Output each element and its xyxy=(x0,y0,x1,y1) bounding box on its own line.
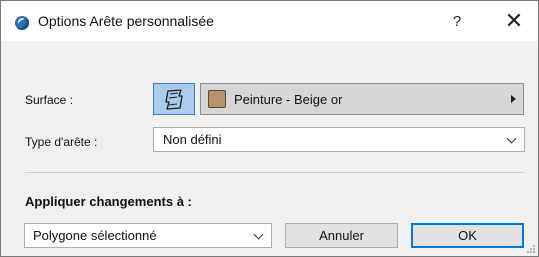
chevron-down-icon xyxy=(253,229,264,240)
surface-label: Surface : xyxy=(25,93,74,107)
title-bar[interactable]: Options Arête personnalisée ? ✕ xyxy=(1,1,538,41)
help-button[interactable]: ? xyxy=(442,9,472,35)
cancel-button[interactable]: Annuler xyxy=(285,223,398,248)
resize-grip-icon[interactable] xyxy=(525,243,535,253)
archicad-app-icon xyxy=(15,16,29,30)
ok-button[interactable]: OK xyxy=(411,223,524,248)
edge-type-value: Non défini xyxy=(163,132,222,147)
edge-type-dropdown[interactable]: Non défini xyxy=(153,127,525,152)
apply-to-dropdown[interactable]: Polygone sélectionné xyxy=(24,223,272,248)
dialog-title: Options Arête personnalisée xyxy=(38,13,214,29)
apply-changes-label: Appliquer changements à : xyxy=(25,194,192,209)
surface-dropdown[interactable]: Peinture - Beige or xyxy=(200,83,524,115)
dialog-window: Options Arête personnalisée ? ✕ Surface … xyxy=(0,0,539,257)
surface-value: Peinture - Beige or xyxy=(234,92,343,107)
submenu-arrow-icon xyxy=(511,95,516,103)
surface-picker-button[interactable] xyxy=(153,83,195,115)
surface-material-icon xyxy=(165,89,183,110)
edge-type-label: Type d'arête : xyxy=(25,135,98,149)
apply-to-value: Polygone sélectionné xyxy=(33,228,157,243)
close-button[interactable]: ✕ xyxy=(496,7,532,37)
section-divider xyxy=(25,172,525,173)
chevron-down-icon xyxy=(506,133,517,144)
surface-color-swatch xyxy=(208,90,226,108)
